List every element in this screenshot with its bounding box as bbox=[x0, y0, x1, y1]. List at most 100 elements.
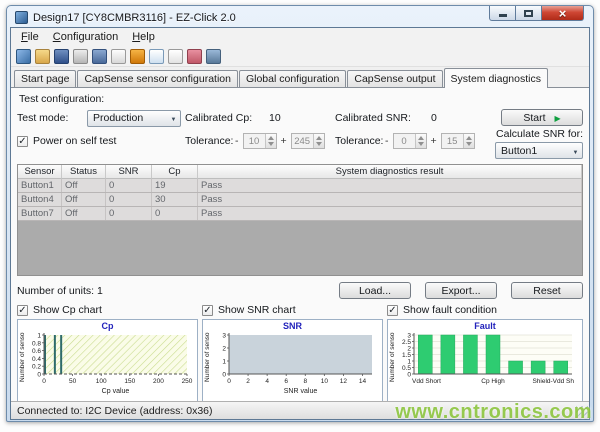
chevron-down-icon bbox=[569, 145, 582, 157]
svg-text:0.6: 0.6 bbox=[32, 348, 41, 355]
wrench-icon[interactable] bbox=[206, 49, 221, 64]
table-cell: 30 bbox=[152, 193, 198, 206]
svg-text:SNR value: SNR value bbox=[284, 388, 318, 395]
svg-text:Number of sensors: Number of sensors bbox=[19, 332, 26, 382]
table-cell: 0 bbox=[106, 193, 152, 206]
charts-row: Show Cp chartCp00.20.40.60.8105010015020… bbox=[17, 303, 583, 401]
page-background: Design17 [CY8CMBR3116] - EZ-Click 2.0 Fi… bbox=[0, 0, 600, 432]
test-mode-select[interactable]: Production bbox=[87, 110, 181, 127]
test-mode-column: Test mode: Production Power on self test bbox=[17, 109, 185, 159]
chart-panel-snr: SNR012302468101214SNR valueNumber of sen… bbox=[202, 319, 383, 401]
test-configuration-section: Test configuration: Test mode: Productio… bbox=[17, 91, 583, 162]
eraser-icon[interactable] bbox=[187, 49, 202, 64]
calibrated-cp-label: Calibrated Cp: bbox=[185, 112, 259, 124]
menu-help[interactable]: Help bbox=[126, 30, 161, 44]
print-icon[interactable] bbox=[73, 49, 88, 64]
maximize-icon bbox=[524, 10, 533, 17]
report-icon[interactable] bbox=[168, 49, 183, 64]
spin-down-icon bbox=[418, 142, 424, 149]
svg-text:200: 200 bbox=[153, 378, 164, 385]
reset-button[interactable]: Reset bbox=[511, 282, 583, 299]
table-cell: 19 bbox=[152, 179, 198, 192]
tab-capsense-output[interactable]: CapSense output bbox=[347, 70, 442, 88]
svg-text:2: 2 bbox=[222, 346, 226, 353]
svg-text:0: 0 bbox=[227, 378, 231, 385]
snr-tolerance-label: Tolerance: bbox=[335, 135, 381, 147]
chart-block-fault: Show fault conditionFault00.511.522.53Vd… bbox=[387, 303, 583, 401]
program-icon[interactable] bbox=[149, 49, 164, 64]
status-text: Connected to: I2C Device (address: 0x36) bbox=[17, 405, 213, 417]
snr-tolerance-min-spinner[interactable]: 0 bbox=[393, 133, 427, 149]
table-cell: Off bbox=[62, 179, 106, 192]
svg-text:4: 4 bbox=[265, 378, 269, 385]
load-button[interactable]: Load... bbox=[339, 282, 411, 299]
table-cell: 0 bbox=[106, 179, 152, 192]
calculate-snr-value: Button1 bbox=[501, 145, 569, 157]
spinner-arrows[interactable] bbox=[265, 134, 276, 148]
toggle-show-snr-chart[interactable]: Show SNR chart bbox=[202, 303, 383, 317]
maximize-button[interactable] bbox=[516, 6, 542, 21]
spinner-arrows[interactable] bbox=[463, 134, 474, 148]
svg-text:Shield-Vdd Sh: Shield-Vdd Sh bbox=[532, 378, 574, 385]
calibrated-cp-column: Calibrated Cp: 10 Tolerance: - 10 + bbox=[185, 109, 335, 159]
svg-text:1: 1 bbox=[407, 359, 411, 366]
toggle-show-cp-chart[interactable]: Show Cp chart bbox=[17, 303, 198, 317]
table-row[interactable]: Button7Off00Pass bbox=[18, 207, 582, 221]
start-button-label: Start bbox=[523, 112, 545, 124]
app-window: Design17 [CY8CMBR3116] - EZ-Click 2.0 Fi… bbox=[6, 5, 594, 422]
spinner-value: 15 bbox=[442, 134, 463, 148]
save-all-icon[interactable] bbox=[92, 49, 107, 64]
menu-file[interactable]: File bbox=[15, 30, 45, 44]
open-design-icon[interactable] bbox=[35, 49, 50, 64]
table-cell: 0 bbox=[106, 207, 152, 220]
svg-text:0.5: 0.5 bbox=[402, 365, 411, 372]
menu-bar: FileConfigurationHelp bbox=[11, 28, 589, 46]
svg-text:100: 100 bbox=[96, 378, 107, 385]
svg-text:6: 6 bbox=[284, 378, 288, 385]
save-icon[interactable] bbox=[54, 49, 69, 64]
new-design-icon[interactable] bbox=[16, 49, 31, 64]
show-snr-chart-checkbox[interactable] bbox=[202, 305, 213, 316]
table-row[interactable]: Button1Off019Pass bbox=[18, 179, 582, 193]
calculate-snr-label: Calculate SNR for: bbox=[496, 128, 583, 140]
svg-text:Number of sensors: Number of sensors bbox=[204, 332, 211, 382]
show-fault-condition-checkbox[interactable] bbox=[387, 305, 398, 316]
minimize-button[interactable] bbox=[489, 6, 516, 21]
tab-system-diagnostics[interactable]: System diagnostics bbox=[444, 68, 548, 88]
spin-down-icon bbox=[316, 142, 322, 149]
chart-title: SNR bbox=[203, 321, 382, 332]
power-on-self-test-checkbox[interactable] bbox=[17, 136, 28, 147]
start-button[interactable]: Start bbox=[501, 109, 583, 126]
snr-tolerance-max-spinner[interactable]: 15 bbox=[441, 133, 475, 149]
toggle-show-fault-condition[interactable]: Show fault condition bbox=[387, 303, 583, 317]
calculate-snr-select[interactable]: Button1 bbox=[495, 142, 583, 159]
tab-page-system-diagnostics: Test configuration: Test mode: Productio… bbox=[11, 87, 589, 401]
tab-start-page[interactable]: Start page bbox=[14, 70, 76, 88]
menu-configuration[interactable]: Configuration bbox=[47, 30, 124, 44]
spinner-value: 245 bbox=[292, 134, 313, 148]
tab-global-configuration[interactable]: Global configuration bbox=[239, 70, 346, 88]
spin-down-icon bbox=[466, 142, 472, 149]
table-row[interactable]: Button4Off030Pass bbox=[18, 193, 582, 207]
connect-icon[interactable] bbox=[130, 49, 145, 64]
cp-tolerance-max-spinner[interactable]: 245 bbox=[291, 133, 325, 149]
close-button[interactable] bbox=[542, 6, 584, 21]
edit-icon[interactable] bbox=[111, 49, 126, 64]
spinner-arrows[interactable] bbox=[313, 134, 324, 148]
svg-text:1.5: 1.5 bbox=[402, 352, 411, 359]
show-cp-chart-checkbox[interactable] bbox=[17, 305, 28, 316]
export-button[interactable]: Export... bbox=[425, 282, 497, 299]
svg-text:0: 0 bbox=[407, 372, 411, 379]
tab-capsense-sensor-configuration[interactable]: CapSense sensor configuration bbox=[77, 70, 238, 88]
svg-text:250: 250 bbox=[182, 378, 193, 385]
svg-text:0: 0 bbox=[37, 372, 41, 379]
toggle-label: Show SNR chart bbox=[218, 304, 296, 316]
play-icon bbox=[555, 112, 561, 124]
spinner-arrows[interactable] bbox=[415, 134, 426, 148]
svg-text:3: 3 bbox=[222, 333, 226, 340]
cp-tolerance-min-spinner[interactable]: 10 bbox=[243, 133, 277, 149]
start-column: Start Calculate SNR for: Button1 bbox=[485, 109, 583, 159]
chart-block-snr: Show SNR chartSNR012302468101214SNR valu… bbox=[202, 303, 383, 401]
toggle-label: Show Cp chart bbox=[33, 304, 102, 316]
title-bar[interactable]: Design17 [CY8CMBR3116] - EZ-Click 2.0 bbox=[10, 6, 590, 27]
